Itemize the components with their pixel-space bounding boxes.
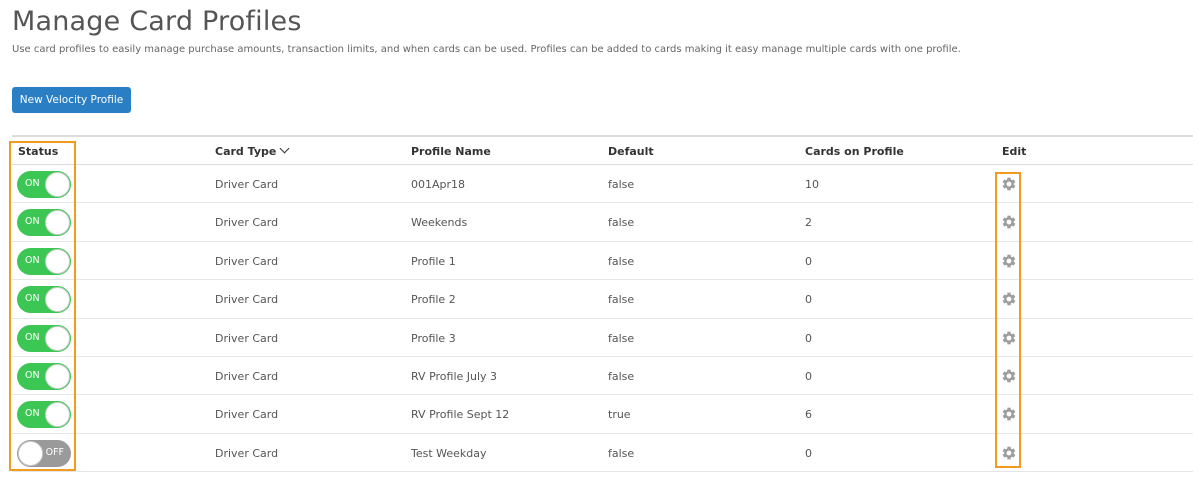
profile-name-cell: Profile 1	[411, 254, 456, 268]
cards-on-profile-cell: 0	[805, 293, 812, 307]
toggle-knob	[45, 363, 70, 389]
column-header-status: Status	[18, 145, 59, 158]
default-cell: false	[608, 331, 635, 345]
default-cell: true	[608, 408, 631, 422]
cards-on-profile-cell: 0	[805, 369, 812, 383]
status-toggle[interactable]: ON	[17, 324, 71, 352]
card-type-cell: Driver Card	[215, 369, 279, 383]
toggle-knob	[18, 440, 43, 466]
status-toggle-label: ON	[25, 293, 40, 305]
column-header-edit: Edit	[1002, 145, 1027, 158]
toggle-knob	[45, 402, 70, 428]
column-header-default: Default	[608, 145, 654, 158]
toggle-knob	[45, 172, 70, 197]
status-toggle[interactable]: OFF	[17, 439, 71, 467]
profile-name-cell: RV Profile Sept 12	[411, 408, 510, 422]
profile-name-cell: 001Apr18	[411, 178, 466, 191]
status-toggle-label: OFF	[45, 446, 64, 458]
column-header-card-type-label: Card Type	[215, 145, 277, 158]
default-cell: false	[608, 178, 635, 191]
column-header-profile-name: Profile Name	[411, 145, 491, 158]
table-row: ON Driver Card RV Profile Sept 12 true 6	[12, 395, 1193, 434]
cards-on-profile-cell: 0	[805, 331, 812, 345]
status-toggle[interactable]: ON	[17, 171, 71, 198]
card-type-cell: Driver Card	[215, 254, 279, 268]
default-cell: false	[608, 216, 635, 230]
profiles-table: Status Card Type Profile Name Default Ca…	[12, 135, 1193, 473]
profile-name-cell: RV Profile July 3	[411, 369, 498, 383]
gear-icon[interactable]	[1001, 445, 1017, 461]
page-description: Use card profiles to easily manage purch…	[12, 44, 961, 55]
new-velocity-profile-button[interactable]: New Velocity Profile	[12, 87, 131, 113]
toggle-knob	[45, 287, 70, 313]
profile-name-cell: Weekends	[411, 216, 468, 230]
gear-icon[interactable]	[1001, 176, 1017, 192]
table-body: ON Driver Card 001Apr18 false 10 ON Driver Car…	[12, 165, 1193, 473]
gear-icon[interactable]	[1001, 406, 1017, 422]
default-cell: false	[608, 254, 635, 268]
gear-icon[interactable]	[1001, 214, 1017, 230]
profile-name-cell: Test Weekday	[411, 446, 487, 460]
table-row: ON Driver Card Profile 1 false 0	[12, 242, 1193, 281]
default-cell: false	[608, 369, 635, 383]
table-row: ON Driver Card Profile 3 false 0	[12, 319, 1193, 357]
table-header: Status Card Type Profile Name Default Ca…	[12, 135, 1193, 165]
cards-on-profile-cell: 0	[805, 446, 812, 460]
toggle-knob	[45, 210, 70, 236]
cards-on-profile-cell: 0	[805, 254, 812, 268]
status-toggle-label: ON	[25, 408, 40, 420]
default-cell: false	[608, 446, 635, 460]
status-toggle[interactable]: ON	[17, 401, 71, 429]
table-row: ON Driver Card RV Profile July 3 false 0	[12, 357, 1193, 396]
status-toggle[interactable]: ON	[17, 247, 71, 275]
card-type-cell: Driver Card	[215, 446, 279, 460]
gear-icon[interactable]	[1001, 253, 1017, 269]
column-header-card-type[interactable]: Card Type	[215, 143, 290, 158]
table-row: ON Driver Card 001Apr18 false 10	[12, 165, 1193, 204]
card-type-cell: Driver Card	[215, 216, 279, 230]
profile-name-cell: Profile 3	[411, 331, 456, 345]
chevron-down-icon[interactable]	[279, 143, 290, 154]
toggle-knob	[45, 248, 70, 274]
status-toggle-label: ON	[25, 178, 40, 189]
status-toggle-label: ON	[25, 254, 40, 266]
status-toggle-label: ON	[25, 369, 40, 381]
cards-on-profile-cell: 6	[805, 408, 812, 422]
table-row: ON Driver Card Profile 2 false 0	[12, 280, 1193, 319]
status-toggle-label: ON	[25, 216, 40, 228]
card-type-cell: Driver Card	[215, 408, 279, 422]
gear-icon[interactable]	[1001, 291, 1017, 307]
toggle-knob	[45, 325, 70, 351]
card-type-cell: Driver Card	[215, 331, 279, 345]
column-header-cards-on-profile: Cards on Profile	[805, 145, 904, 158]
cards-on-profile-cell: 10	[805, 178, 819, 191]
default-cell: false	[608, 293, 635, 307]
status-toggle[interactable]: ON	[17, 286, 71, 314]
status-toggle[interactable]: ON	[17, 209, 71, 237]
gear-icon[interactable]	[1001, 368, 1017, 384]
cards-on-profile-cell: 2	[805, 216, 812, 230]
table-row: ON Driver Card Weekends false 2	[12, 203, 1193, 242]
profile-name-cell: Profile 2	[411, 293, 456, 307]
page-title: Manage Card Profiles	[12, 6, 302, 37]
card-type-cell: Driver Card	[215, 178, 279, 191]
status-toggle-label: ON	[25, 331, 40, 343]
status-toggle[interactable]: ON	[17, 362, 71, 390]
table-row: OFF Driver Card Test Weekday false 0	[12, 434, 1193, 473]
gear-icon[interactable]	[1001, 330, 1017, 346]
card-type-cell: Driver Card	[215, 293, 279, 307]
